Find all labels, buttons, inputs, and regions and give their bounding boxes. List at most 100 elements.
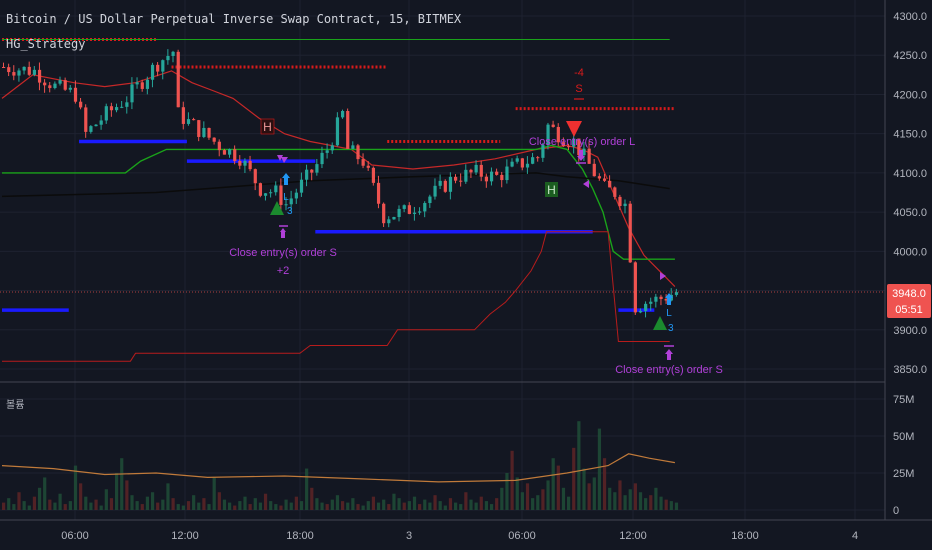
volume-bar: [109, 498, 114, 510]
volume-bar: [197, 502, 201, 510]
volume-bar: [346, 502, 350, 510]
candle-body: [613, 187, 617, 197]
volume-bar: [618, 480, 622, 510]
volume-bar: [171, 498, 175, 510]
price-tick-label: 4000.0: [893, 246, 927, 258]
time-tick-label: 18:00: [286, 530, 314, 542]
volume-bar: [284, 499, 288, 510]
candle-body: [618, 196, 622, 207]
candle-body: [484, 176, 489, 182]
volume-bar: [454, 502, 458, 510]
candle-body: [520, 158, 524, 168]
candle-body: [464, 169, 468, 182]
volume-bar: [94, 499, 98, 510]
volume-bar: [484, 501, 489, 510]
candle-body: [397, 208, 401, 217]
candle-body: [443, 180, 447, 192]
candle-body: [325, 150, 329, 153]
candle-body: [12, 72, 16, 76]
candle-body: [269, 192, 273, 194]
study-name[interactable]: HG_Strategy: [6, 37, 85, 51]
volume-bar: [546, 480, 550, 510]
volume-bar: [520, 492, 524, 510]
candle-body: [79, 101, 83, 108]
price-badge-countdown: 05:51: [895, 304, 923, 316]
volume-bar: [27, 505, 31, 510]
candle-body: [341, 111, 345, 118]
candle-body: [161, 60, 165, 72]
volume-bar: [104, 489, 108, 510]
volume-bar: [407, 501, 411, 510]
sell-qty: -4: [574, 67, 584, 79]
volume-bar: [608, 487, 612, 510]
volume-bar: [376, 502, 381, 510]
volume-bar: [371, 496, 376, 510]
candle-body: [37, 69, 42, 83]
candle-body: [228, 149, 232, 155]
candle-body: [531, 157, 535, 164]
candle-body: [299, 179, 304, 193]
candle-body: [608, 180, 612, 188]
candle-body: [58, 80, 62, 84]
volume-bar: [556, 465, 560, 510]
candle-body: [63, 80, 67, 90]
price-tick-label: 3850.0: [893, 364, 927, 376]
volume-bar: [654, 487, 658, 510]
volume-bar: [125, 480, 129, 510]
volume-bar: [263, 493, 268, 510]
symbol-title[interactable]: Bitcoin / US Dollar Perpetual Inverse Sw…: [6, 12, 461, 26]
volume-bar: [212, 477, 216, 510]
volume-bar: [633, 483, 637, 510]
volume-bar: [181, 505, 185, 510]
volume-bar: [315, 498, 319, 510]
candle-body: [135, 82, 139, 85]
candle-body: [433, 185, 437, 197]
volume-bar: [37, 487, 42, 510]
volume-bar: [664, 499, 668, 510]
volume-bar: [387, 504, 391, 510]
candle-body: [181, 107, 185, 124]
candle-body: [597, 176, 602, 179]
volume-bar: [150, 492, 155, 510]
volume-bar: [222, 499, 227, 510]
candle-body: [7, 67, 11, 73]
close-s-profit-1: +2: [277, 265, 290, 277]
candle-body: [448, 176, 453, 192]
volume-bar: [459, 504, 463, 510]
volume-bar: [428, 502, 432, 510]
volume-bar: [243, 496, 247, 510]
volume-bar: [7, 498, 11, 510]
volume-bar: [644, 498, 648, 510]
volume-bar: [531, 498, 535, 510]
time-tick-label: 4: [852, 530, 858, 542]
candle-body: [361, 159, 365, 166]
volume-bar: [43, 477, 47, 510]
candle-body: [115, 107, 119, 111]
volume-bar: [17, 492, 21, 510]
candle-body: [99, 120, 103, 125]
chart-canvas[interactable]: 4300.0 4250.0 4200.0 4150.0 4100.0 4050.0 4000…: [0, 0, 932, 550]
candle-body: [351, 145, 355, 149]
candle-body: [412, 212, 417, 214]
volume-bar: [156, 502, 160, 510]
candle-body: [330, 145, 334, 151]
volume-label[interactable]: 볼륨: [6, 396, 24, 411]
volume-bar: [505, 473, 509, 510]
volume-bar: [73, 465, 78, 510]
candle-body: [418, 211, 422, 213]
volume-bar: [228, 502, 232, 510]
candle-body: [68, 87, 72, 90]
volume-bar: [202, 498, 206, 510]
candle-body: [104, 106, 108, 121]
candle-body: [500, 174, 504, 181]
candle-body: [674, 292, 679, 295]
candle-body: [279, 185, 283, 205]
long-letter-1: L: [283, 192, 289, 203]
candle-body: [32, 69, 37, 75]
candle-body: [459, 180, 463, 182]
candle-body: [376, 182, 381, 204]
volume-bar: [325, 504, 329, 510]
candle-body: [73, 87, 78, 102]
candle-body: [243, 160, 247, 166]
volume-bar: [628, 489, 632, 510]
